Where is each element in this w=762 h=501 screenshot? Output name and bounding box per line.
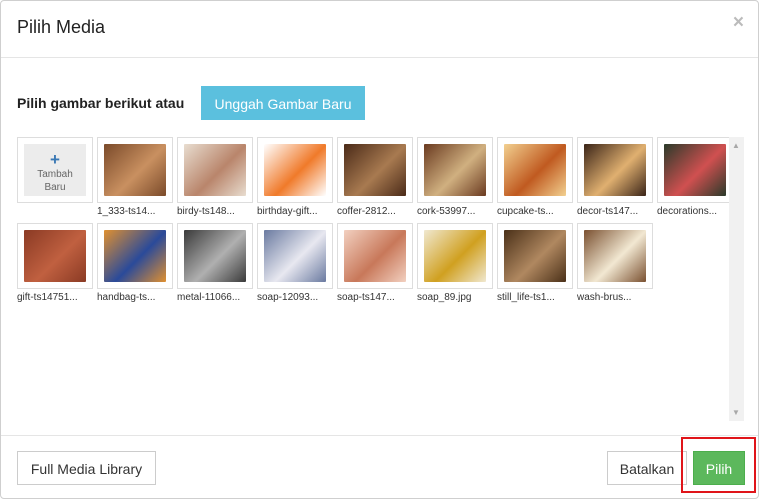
media-thumbnail[interactable]	[417, 223, 493, 289]
scroll-up-icon[interactable]: ▲	[732, 141, 740, 150]
select-prompt: Pilih gambar berikut atau	[17, 95, 185, 111]
media-item[interactable]: decor-ts147...	[577, 137, 657, 217]
add-new-label-1: Tambah	[37, 169, 73, 180]
media-thumbnail[interactable]	[177, 223, 253, 289]
media-image	[264, 144, 326, 196]
dialog-footer	[1, 435, 758, 436]
plus-icon: +	[50, 150, 60, 169]
media-thumbnail[interactable]	[417, 137, 493, 203]
media-image	[184, 144, 246, 196]
media-image	[344, 144, 406, 196]
media-image	[264, 230, 326, 282]
media-item[interactable]: cork-53997...	[417, 137, 497, 217]
media-caption: gift-ts14751...	[17, 292, 78, 303]
media-thumbnail[interactable]	[497, 223, 573, 289]
media-item[interactable]: birdy-ts148...	[177, 137, 257, 217]
media-item[interactable]: decorations...	[657, 137, 737, 217]
media-caption: soap_89.jpg	[417, 292, 472, 303]
media-caption: handbag-ts...	[97, 292, 156, 303]
media-scrollbar[interactable]: ▲ ▼	[729, 137, 744, 421]
dialog-header: Pilih Media ×	[1, 1, 758, 58]
add-new-tile[interactable]: + Tambah Baru	[17, 137, 97, 203]
media-item[interactable]: metal-11066...	[177, 223, 257, 303]
media-caption: decor-ts147...	[577, 206, 639, 217]
media-caption: still_life-ts1...	[497, 292, 555, 303]
close-icon[interactable]: ×	[733, 13, 744, 33]
media-image	[584, 230, 646, 282]
cancel-button[interactable]: Batalkan	[607, 451, 687, 485]
media-image	[584, 144, 646, 196]
media-thumbnail[interactable]	[17, 223, 93, 289]
media-thumbnail[interactable]	[97, 223, 173, 289]
media-item[interactable]: soap-ts147...	[337, 223, 417, 303]
media-image	[104, 144, 166, 196]
media-caption: cork-53997...	[417, 206, 476, 217]
upload-new-image-button[interactable]: Unggah Gambar Baru	[201, 86, 365, 120]
media-item[interactable]: 1_333-ts14...	[97, 137, 177, 217]
media-image	[664, 144, 726, 196]
media-image	[424, 230, 486, 282]
media-item[interactable]: soap_89.jpg	[417, 223, 497, 303]
media-caption: 1_333-ts14...	[97, 206, 156, 217]
scroll-down-icon[interactable]: ▼	[732, 408, 740, 417]
add-new-thumb[interactable]: + Tambah Baru	[17, 137, 93, 203]
media-caption: coffer-2812...	[337, 206, 396, 217]
media-caption: birdy-ts148...	[177, 206, 235, 217]
media-image	[344, 230, 406, 282]
media-caption: cupcake-ts...	[497, 206, 554, 217]
media-image	[24, 230, 86, 282]
select-button[interactable]: Pilih	[693, 451, 745, 485]
media-caption: soap-ts147...	[337, 292, 395, 303]
media-caption: soap-12093...	[257, 292, 319, 303]
media-image	[504, 230, 566, 282]
media-thumbnail[interactable]	[97, 137, 173, 203]
media-image	[104, 230, 166, 282]
media-caption: decorations...	[657, 206, 718, 217]
media-caption: wash-brus...	[577, 292, 632, 303]
media-thumbnail[interactable]	[337, 137, 413, 203]
media-caption: metal-11066...	[177, 292, 241, 303]
media-image	[504, 144, 566, 196]
media-thumbnail[interactable]	[497, 137, 573, 203]
media-thumbnail[interactable]	[337, 223, 413, 289]
full-media-library-button[interactable]: Full Media Library	[17, 451, 156, 485]
media-thumbnail[interactable]	[177, 137, 253, 203]
media-item[interactable]: birthday-gift...	[257, 137, 337, 217]
media-grid: + Tambah Baru 1_333-ts14... birdy-ts148..…	[17, 137, 744, 421]
media-image	[184, 230, 246, 282]
media-item[interactable]: gift-ts14751...	[17, 223, 97, 303]
media-item[interactable]: handbag-ts...	[97, 223, 177, 303]
choose-media-dialog: Pilih Media × Pilih gambar berikut atau …	[0, 0, 759, 499]
media-thumbnail[interactable]	[577, 137, 653, 203]
media-item[interactable]: still_life-ts1...	[497, 223, 577, 303]
media-item[interactable]: coffer-2812...	[337, 137, 417, 217]
media-item[interactable]: soap-12093...	[257, 223, 337, 303]
add-new-label-2: Baru	[44, 182, 66, 193]
media-image	[424, 144, 486, 196]
media-thumbnail[interactable]	[257, 137, 333, 203]
media-thumbnail[interactable]	[657, 137, 733, 203]
media-caption: birthday-gift...	[257, 206, 318, 217]
add-new-box: + Tambah Baru	[24, 144, 86, 196]
media-item[interactable]: cupcake-ts...	[497, 137, 577, 217]
media-item[interactable]: wash-brus...	[577, 223, 657, 303]
dialog-title: Pilih Media	[17, 17, 106, 37]
media-thumbnail[interactable]	[257, 223, 333, 289]
media-thumbnail[interactable]	[577, 223, 653, 289]
